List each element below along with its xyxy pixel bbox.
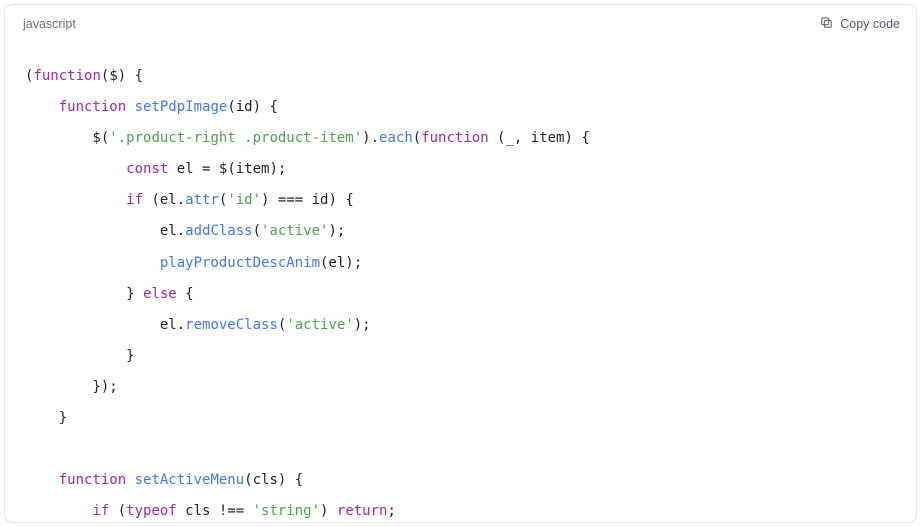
copy-code-label: Copy code [840, 17, 900, 31]
code-header: javascript Copy code [5, 5, 916, 43]
copy-icon [819, 15, 834, 33]
code-body: (function($) { function setPdpImage(id) … [5, 43, 916, 522]
code-content[interactable]: (function($) { function setPdpImage(id) … [25, 61, 896, 522]
code-block: javascript Copy code (function($) { func… [4, 4, 917, 523]
language-label: javascript [23, 17, 76, 31]
copy-code-button[interactable]: Copy code [819, 13, 900, 35]
